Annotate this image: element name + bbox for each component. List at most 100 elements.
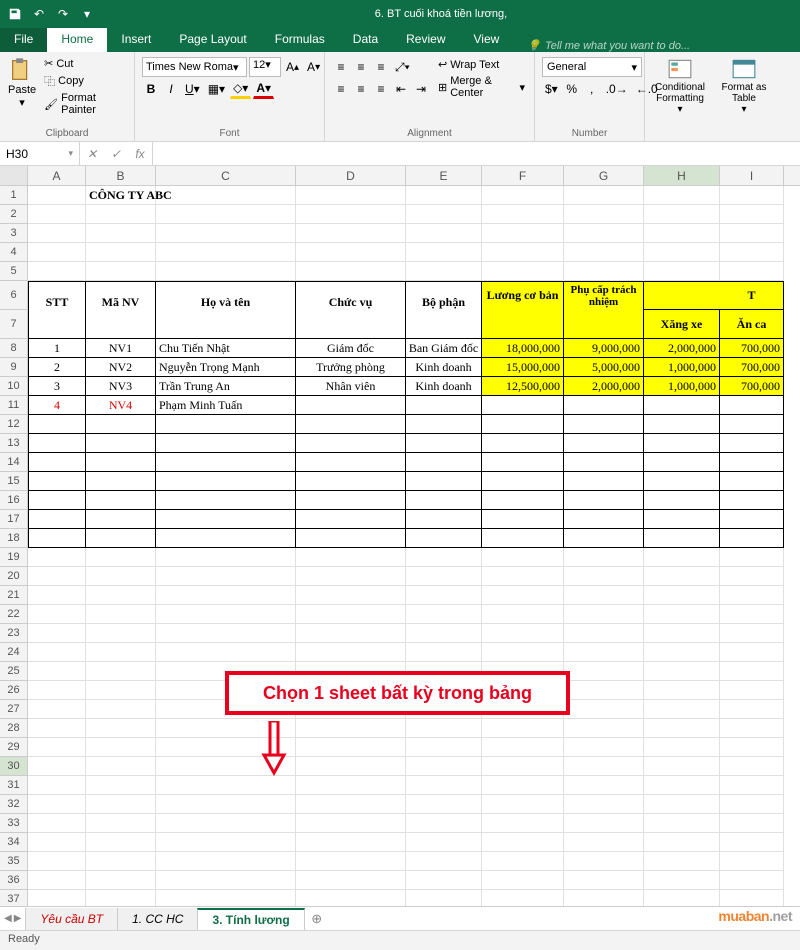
cell[interactable] bbox=[482, 224, 564, 243]
cell[interactable] bbox=[482, 852, 564, 871]
cell[interactable] bbox=[406, 795, 482, 814]
cell[interactable] bbox=[296, 205, 406, 224]
cell[interactable] bbox=[720, 224, 784, 243]
cell[interactable] bbox=[86, 567, 156, 586]
cell[interactable] bbox=[156, 205, 296, 224]
row-header-7[interactable]: 7 bbox=[0, 310, 27, 339]
cell[interactable] bbox=[406, 434, 482, 453]
cell[interactable] bbox=[156, 852, 296, 871]
cell[interactable] bbox=[564, 186, 644, 205]
cell[interactable] bbox=[296, 396, 406, 415]
cell[interactable]: NV2 bbox=[86, 358, 156, 377]
cell[interactable] bbox=[156, 776, 296, 795]
cell[interactable] bbox=[482, 262, 564, 281]
cell[interactable] bbox=[86, 624, 156, 643]
cell[interactable] bbox=[644, 681, 720, 700]
cell[interactable] bbox=[644, 700, 720, 719]
cell[interactable] bbox=[86, 700, 156, 719]
save-icon[interactable] bbox=[4, 3, 26, 25]
cell[interactable]: Chu Tiến Nhật bbox=[156, 339, 296, 358]
cell[interactable] bbox=[720, 624, 784, 643]
cell[interactable] bbox=[406, 757, 482, 776]
cell[interactable] bbox=[564, 605, 644, 624]
cell[interactable] bbox=[296, 738, 406, 757]
cell[interactable] bbox=[86, 871, 156, 890]
cell[interactable] bbox=[644, 434, 720, 453]
cell[interactable] bbox=[86, 795, 156, 814]
cell[interactable]: Mã NV bbox=[86, 281, 156, 310]
fill-color-button[interactable]: ◇▾ bbox=[230, 79, 251, 99]
cell[interactable] bbox=[564, 719, 644, 738]
cell[interactable] bbox=[28, 224, 86, 243]
cell[interactable] bbox=[482, 814, 564, 833]
cell[interactable] bbox=[28, 310, 86, 339]
row-header-35[interactable]: 35 bbox=[0, 852, 27, 871]
cell[interactable]: NV4 bbox=[86, 396, 156, 415]
cell[interactable] bbox=[28, 510, 86, 529]
undo-icon[interactable]: ↶ bbox=[28, 3, 50, 25]
cell[interactable] bbox=[406, 186, 482, 205]
col-header-I[interactable]: I bbox=[720, 166, 784, 185]
cell[interactable] bbox=[720, 719, 784, 738]
cell[interactable] bbox=[406, 871, 482, 890]
cell[interactable] bbox=[564, 205, 644, 224]
cell[interactable] bbox=[28, 681, 86, 700]
paste-button[interactable]: Paste▾ bbox=[4, 54, 40, 111]
align-bottom-button[interactable]: ≡ bbox=[372, 57, 390, 77]
conditional-formatting-button[interactable]: Conditional Formatting▾ bbox=[649, 54, 711, 115]
sheet-nav-prev-icon[interactable]: ◀ bbox=[4, 913, 12, 924]
font-name-select[interactable]: Times New Roma▾ bbox=[142, 57, 247, 77]
row-header-24[interactable]: 24 bbox=[0, 643, 27, 662]
row-header-15[interactable]: 15 bbox=[0, 472, 27, 491]
accounting-button[interactable]: $▾ bbox=[542, 79, 561, 99]
cell[interactable] bbox=[482, 776, 564, 795]
cell[interactable] bbox=[406, 262, 482, 281]
cell[interactable] bbox=[720, 415, 784, 434]
tab-home[interactable]: Home bbox=[47, 28, 107, 52]
cell[interactable] bbox=[720, 205, 784, 224]
cell[interactable] bbox=[406, 491, 482, 510]
cell[interactable] bbox=[28, 605, 86, 624]
cell[interactable] bbox=[296, 586, 406, 605]
cell[interactable] bbox=[720, 529, 784, 548]
cell[interactable] bbox=[86, 310, 156, 339]
cell[interactable] bbox=[644, 662, 720, 681]
cell[interactable]: Phụ cấp trách nhiệm bbox=[564, 281, 644, 310]
row-header-8[interactable]: 8 bbox=[0, 339, 27, 358]
row-header-19[interactable]: 19 bbox=[0, 548, 27, 567]
cell[interactable]: 700,000 bbox=[720, 339, 784, 358]
merge-center-button[interactable]: ⊞ Merge & Center ▾ bbox=[436, 74, 527, 100]
cell[interactable] bbox=[720, 795, 784, 814]
cell[interactable] bbox=[720, 833, 784, 852]
cell[interactable] bbox=[644, 224, 720, 243]
cell[interactable] bbox=[564, 548, 644, 567]
percent-button[interactable]: % bbox=[563, 79, 581, 99]
cell[interactable]: NV1 bbox=[86, 339, 156, 358]
cell[interactable]: Phạm Minh Tuấn bbox=[156, 396, 296, 415]
cell[interactable] bbox=[28, 186, 86, 205]
cell[interactable]: Ăn ca bbox=[720, 310, 784, 339]
row-header-23[interactable]: 23 bbox=[0, 624, 27, 643]
cell[interactable] bbox=[720, 681, 784, 700]
cell[interactable] bbox=[296, 243, 406, 262]
cell[interactable] bbox=[156, 529, 296, 548]
cell[interactable]: 9,000,000 bbox=[564, 339, 644, 358]
cell[interactable] bbox=[564, 396, 644, 415]
cell[interactable] bbox=[482, 719, 564, 738]
cells-area[interactable]: CÔNG TY ABCSTTMã NVHọ và tênChức vụBộ ph… bbox=[28, 186, 800, 906]
cell[interactable] bbox=[644, 643, 720, 662]
cell[interactable]: Trưởng phòng bbox=[296, 358, 406, 377]
cell[interactable] bbox=[406, 396, 482, 415]
cell[interactable] bbox=[296, 871, 406, 890]
cell[interactable] bbox=[28, 700, 86, 719]
cell[interactable] bbox=[720, 510, 784, 529]
cell[interactable] bbox=[406, 243, 482, 262]
cell[interactable] bbox=[564, 795, 644, 814]
increase-decimal-button[interactable]: .0→ bbox=[603, 79, 631, 99]
tell-me-search[interactable]: 💡 Tell me what you want to do... bbox=[513, 39, 690, 52]
cell[interactable] bbox=[482, 310, 564, 339]
cell[interactable] bbox=[482, 415, 564, 434]
cell[interactable] bbox=[406, 567, 482, 586]
align-middle-button[interactable]: ≡ bbox=[352, 57, 370, 77]
cell[interactable]: Nhân viên bbox=[296, 377, 406, 396]
